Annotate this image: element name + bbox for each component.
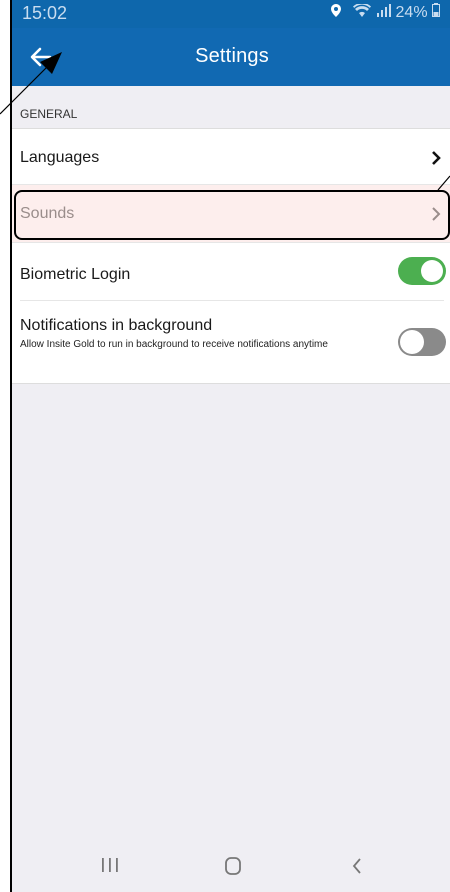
battery-icon bbox=[432, 3, 440, 21]
chevron-right-icon bbox=[430, 206, 442, 222]
biometric-login-label: Biometric Login bbox=[20, 266, 131, 283]
battery-percent: 24% bbox=[395, 4, 428, 21]
settings-item-biometric-login: Biometric Login bbox=[20, 243, 446, 301]
app-bar: Settings bbox=[12, 28, 450, 86]
home-icon[interactable] bbox=[224, 856, 242, 881]
chevron-right-icon bbox=[430, 150, 442, 166]
status-bar: 15:02 24% bbox=[12, 0, 450, 28]
status-icons: 24% bbox=[330, 2, 440, 22]
languages-label: Languages bbox=[20, 149, 100, 166]
settings-item-languages[interactable]: Languages bbox=[12, 129, 450, 185]
status-time: 15:02 bbox=[22, 3, 68, 23]
notifications-description: Allow Insite Gold to run in background t… bbox=[20, 339, 328, 350]
back-icon[interactable] bbox=[350, 856, 364, 881]
phone-screen: 15:02 24% Settings GENERAL Languages Sou… bbox=[10, 0, 450, 892]
sounds-label: Sounds bbox=[20, 205, 75, 222]
toggle-knob bbox=[421, 260, 443, 282]
settings-item-notifications: Notifications in background Allow Insite… bbox=[12, 301, 450, 383]
location-icon bbox=[330, 4, 345, 20]
toggle-knob bbox=[400, 330, 424, 354]
settings-list: Languages Sounds Biometric Login Notific… bbox=[12, 128, 450, 384]
notifications-toggle[interactable] bbox=[398, 328, 446, 356]
recent-apps-icon[interactable] bbox=[100, 856, 120, 879]
section-header-general: GENERAL bbox=[20, 107, 78, 121]
signal-icon bbox=[377, 4, 395, 21]
wifi-icon bbox=[352, 2, 375, 21]
settings-item-sounds[interactable]: Sounds bbox=[12, 185, 450, 243]
system-nav-bar bbox=[12, 844, 450, 892]
page-title: Settings bbox=[195, 45, 269, 67]
notifications-label: Notifications in background bbox=[20, 317, 213, 334]
biometric-login-toggle[interactable] bbox=[398, 257, 446, 285]
